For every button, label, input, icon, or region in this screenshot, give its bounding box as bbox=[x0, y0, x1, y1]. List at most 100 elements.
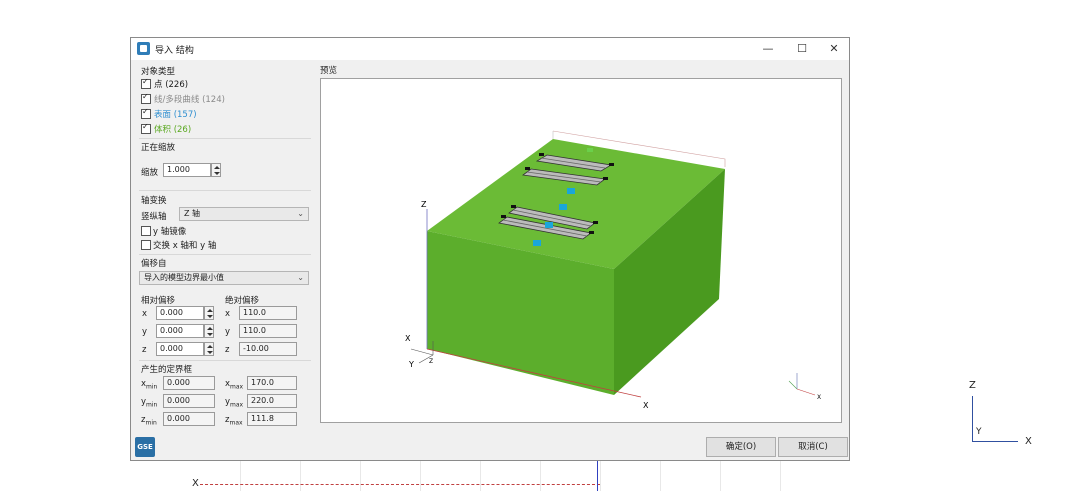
dialog-title: 导入 结构 bbox=[155, 46, 194, 56]
maximize-button[interactable]: ☐ bbox=[787, 40, 817, 58]
bbox-zmin-label: zmin bbox=[141, 415, 157, 427]
stepper-down-icon bbox=[214, 172, 220, 175]
divider bbox=[139, 254, 311, 255]
stepper-down-icon bbox=[207, 333, 213, 336]
import-structure-dialog: 导入 结构 — ☐ ✕ 对象类型 点 (226) 线/多段曲线 (124) 表面… bbox=[130, 37, 850, 461]
swap-xy-checkbox[interactable] bbox=[141, 240, 151, 250]
gizmo-z-label: Z bbox=[969, 380, 976, 391]
points-label: 点 (226) bbox=[154, 80, 189, 90]
vertical-axis-select[interactable]: Z 轴 ⌄ bbox=[179, 207, 309, 221]
bbox-zmax-label: zmax bbox=[225, 415, 243, 427]
stepper-down-icon bbox=[207, 315, 213, 318]
object-types-title: 对象类型 bbox=[141, 67, 176, 77]
gizmo-y-label: Y bbox=[976, 427, 982, 437]
relative-offset-y-stepper[interactable] bbox=[204, 324, 214, 338]
offset-source-select[interactable]: 导入的模型边界最小值 ⌄ bbox=[139, 271, 309, 285]
background-x-axis-line bbox=[200, 484, 600, 485]
chevron-down-icon: ⌄ bbox=[297, 273, 304, 282]
relative-offset-x-stepper[interactable] bbox=[204, 306, 214, 320]
divider bbox=[139, 360, 311, 361]
title-bar[interactable]: 导入 结构 — ☐ ✕ bbox=[131, 38, 849, 60]
absolute-offset-y-value: 110.0 bbox=[239, 324, 297, 338]
offset-z-label: z bbox=[142, 345, 147, 355]
ok-button[interactable]: 确定(O) bbox=[706, 437, 776, 457]
offset-x-label: x bbox=[142, 309, 148, 319]
preview-corner-x-label: X bbox=[817, 394, 821, 401]
absolute-offset-x-value: 110.0 bbox=[239, 306, 297, 320]
preview-viewport[interactable]: Z X Y Z X X bbox=[320, 78, 842, 423]
absolute-offset-title: 绝对偏移 bbox=[225, 296, 260, 306]
bbox-zmin-value: 0.000 bbox=[163, 412, 215, 426]
divider bbox=[139, 190, 311, 191]
gizmo-x-axis bbox=[972, 441, 1018, 442]
relative-offset-x-input[interactable]: 0.000 bbox=[156, 306, 204, 320]
marker-green bbox=[587, 148, 593, 152]
relative-offset-z-stepper[interactable] bbox=[204, 342, 214, 356]
abs-x-label: x bbox=[225, 309, 231, 319]
absolute-offset-z-value: -10.00 bbox=[239, 342, 297, 356]
close-button[interactable]: ✕ bbox=[819, 40, 849, 58]
marker-black bbox=[501, 215, 506, 218]
scale-label: 缩放 bbox=[141, 168, 159, 178]
preview-box-x-label: X bbox=[643, 401, 649, 410]
preview-3d-model: Z X Y Z X X bbox=[405, 130, 821, 410]
abs-z-label: z bbox=[225, 345, 230, 355]
stepper-up-icon bbox=[207, 327, 213, 330]
scale-input[interactable]: 1.000 bbox=[163, 163, 211, 177]
chevron-down-icon: ⌄ bbox=[297, 209, 304, 218]
marker-cyan bbox=[567, 188, 575, 194]
gse-logo: GSE bbox=[135, 437, 155, 457]
bbox-xmax-value: 170.0 bbox=[247, 376, 297, 390]
lines-label: 线/多段曲线 (124) bbox=[154, 95, 225, 105]
marker-black bbox=[539, 153, 544, 156]
marker-black bbox=[511, 205, 516, 208]
relative-offset-z-input[interactable]: 0.000 bbox=[156, 342, 204, 356]
surfaces-label: 表面 (157) bbox=[154, 110, 197, 120]
background-x-label: X bbox=[192, 478, 199, 489]
bbox-xmax-label: xmax bbox=[225, 379, 244, 391]
mirror-y-label: y 轴镜像 bbox=[153, 227, 187, 237]
swap-xy-label: 交换 x 轴和 y 轴 bbox=[153, 241, 217, 251]
mirror-y-checkbox[interactable] bbox=[141, 226, 151, 236]
marker-black bbox=[593, 221, 598, 224]
marker-cyan bbox=[559, 204, 567, 210]
marker-cyan bbox=[545, 222, 553, 228]
vertical-axis-value: Z 轴 bbox=[184, 209, 201, 218]
relative-offset-y-input[interactable]: 0.000 bbox=[156, 324, 204, 338]
preview-title: 预览 bbox=[320, 66, 338, 76]
scaling-title: 正在缩放 bbox=[141, 143, 176, 153]
offset-y-label: y bbox=[142, 327, 148, 337]
axis-transform-title: 轴变换 bbox=[141, 196, 167, 206]
bbox-ymax-value: 220.0 bbox=[247, 394, 297, 408]
corner-gizmo-x bbox=[796, 388, 816, 396]
minimize-button[interactable]: — bbox=[753, 40, 783, 58]
bbox-xmin-label: xmin bbox=[141, 379, 158, 391]
marker-black bbox=[609, 163, 614, 166]
bbox-ymin-label: ymin bbox=[141, 397, 158, 409]
bounding-box-title: 产生的定界框 bbox=[141, 365, 193, 375]
stepper-up-icon bbox=[207, 345, 213, 348]
bbox-ymin-value: 0.000 bbox=[163, 394, 215, 408]
background-grid bbox=[240, 458, 840, 491]
stepper-down-icon bbox=[207, 351, 213, 354]
abs-y-label: y bbox=[225, 327, 231, 337]
lines-checkbox[interactable] bbox=[141, 92, 151, 104]
bbox-xmin-value: 0.000 bbox=[163, 376, 215, 390]
app-icon bbox=[137, 42, 150, 55]
vertical-axis-label: 竖纵轴 bbox=[141, 212, 167, 222]
bbox-zmax-value: 111.8 bbox=[247, 412, 297, 426]
surfaces-checkbox[interactable] bbox=[141, 107, 151, 119]
volumes-checkbox[interactable] bbox=[141, 122, 151, 134]
scale-stepper[interactable] bbox=[211, 163, 221, 177]
stepper-up-icon bbox=[207, 309, 213, 312]
points-checkbox[interactable] bbox=[141, 77, 151, 89]
marker-black bbox=[525, 167, 530, 170]
offset-title: 偏移自 bbox=[141, 259, 167, 269]
preview-origin-y-label: Y bbox=[408, 360, 414, 369]
stepper-up-icon bbox=[214, 166, 220, 169]
preview-z-label: Z bbox=[421, 200, 427, 209]
cancel-button[interactable]: 取消(C) bbox=[778, 437, 848, 457]
preview-origin-z-label: Z bbox=[429, 358, 433, 365]
relative-offset-title: 相对偏移 bbox=[141, 296, 176, 306]
marker-cyan bbox=[533, 240, 541, 246]
